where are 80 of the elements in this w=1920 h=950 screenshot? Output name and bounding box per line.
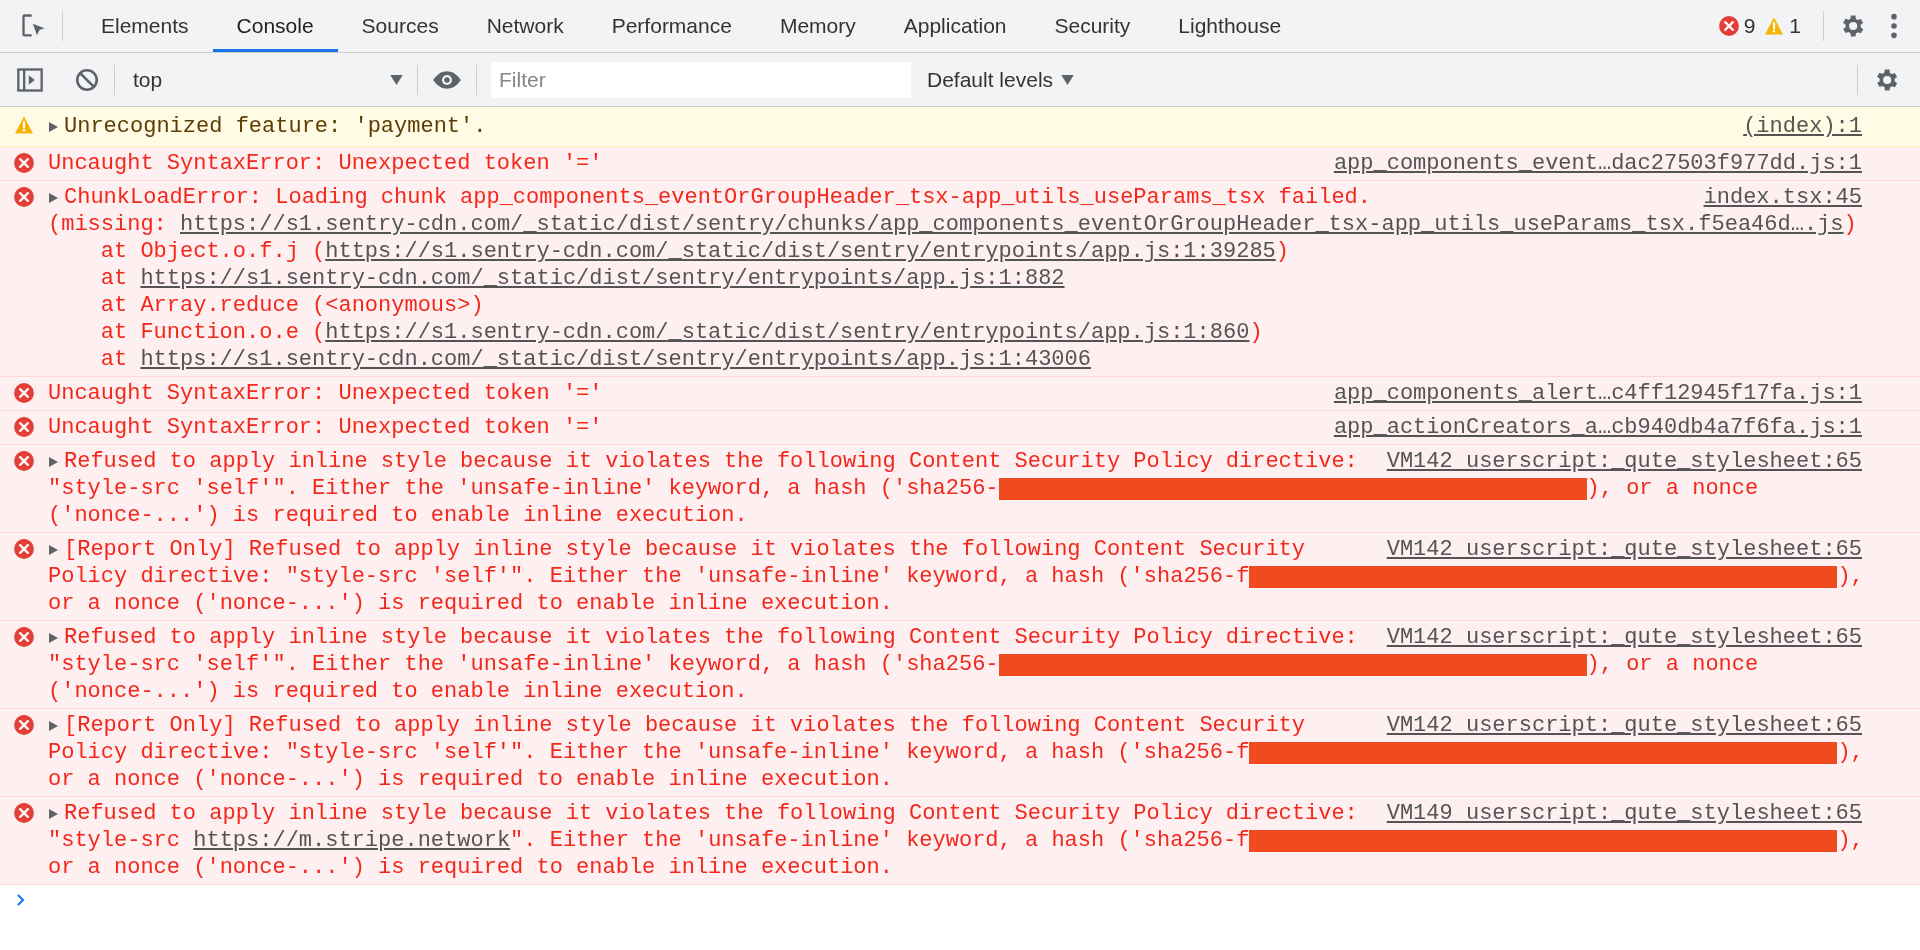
message-line: Refused to apply inline style because it violates the following Content Security Policy directive: [64, 624, 1358, 651]
prompt-chevron-icon [16, 893, 26, 907]
message-line: [Report Only] Refused to apply inline style because it violates the following Content Security [64, 712, 1305, 739]
source-link[interactable]: app_components_event…dac27503f977dd.js:1 [1333, 150, 1862, 177]
expand-triangle-icon[interactable] [48, 455, 58, 468]
expand-triangle-icon[interactable] [48, 191, 58, 204]
message-line: or a nonce ('nonce-...') is required to enable inline execution. [48, 854, 893, 881]
message-line: or a nonce ('nonce-...') is required to enable inline execution. [48, 766, 893, 793]
more-options-icon[interactable] [1890, 12, 1898, 40]
filter-field[interactable]: Filter [491, 61, 911, 98]
message-line: ('nonce-...') is required to enable inline execution. [48, 502, 748, 529]
error-icon [13, 416, 35, 438]
error-icon [13, 450, 35, 472]
message-line: or a nonce ('nonce-...') is required to enable inline execution. [48, 590, 893, 617]
tab[interactable]: Elements [77, 0, 213, 52]
stack-frame-line: at https://s1.sentry-cdn.com/_static/dist/sentry/entrypoints/app.js:1:882 [100, 265, 1065, 292]
clear-console-icon[interactable] [74, 66, 100, 93]
source-link[interactable]: VM142 userscript:_qute_stylesheet:65 [1386, 448, 1862, 475]
stack-frame-line: at https://s1.sentry-cdn.com/_static/dist/sentry/entrypoints/app.js:1:43006 [100, 346, 1091, 373]
source-link[interactable]: (index):1 [1743, 113, 1862, 140]
error-icon [13, 186, 35, 208]
message-line: Uncaught SyntaxError: Unexpected token '=' [48, 150, 603, 177]
message-line: (missing: https://s1.sentry-cdn.com/_static/dist/sentry/chunks/app_components_eventOrGroupHeader_tsx-app_utils_useParams_tsx.f5ea46d….js) [48, 211, 1857, 238]
message-line: "style-src 'self'". Either the 'unsafe-inline' keyword, a hash ('sha256- ), or a nonce [48, 475, 1759, 502]
stack-frame-line: at Function.o.e (https://s1.sentry-cdn.com/_static/dist/sentry/entrypoints/app.js:1:860) [100, 319, 1263, 346]
message-line: Uncaught SyntaxError: Unexpected token '=' [48, 414, 603, 441]
message-line: Uncaught SyntaxError: Unexpected token '=' [48, 380, 603, 407]
error-icon [13, 538, 35, 560]
url-link[interactable]: https://s1.sentry-cdn.com/_static/dist/sentry/entrypoints/app.js:1:43006 [140, 346, 1091, 373]
url-link[interactable]: https://m.stripe.network [193, 827, 511, 854]
warning-icon [13, 115, 35, 135]
message-line: Refused to apply inline style because it violates the following Content Security Policy directive: [64, 800, 1358, 827]
stack-frame-line: at Object.o.f.j (https://s1.sentry-cdn.com/_static/dist/sentry/entrypoints/app.js:1:39285) [100, 238, 1289, 265]
tab[interactable]: Security [1030, 0, 1155, 52]
source-link[interactable]: VM142 userscript:_qute_stylesheet:65 [1386, 624, 1862, 651]
stack-frame-line: at Array.reduce (<anonymous>) [100, 292, 484, 319]
tab[interactable]: Memory [755, 0, 880, 52]
message-line: Policy directive: "style-src 'self'". Either the 'unsafe-inline' keyword, a hash ('sha256-f ), [48, 563, 1864, 590]
tab[interactable]: Network [462, 0, 588, 52]
url-link[interactable]: https://s1.sentry-cdn.com/_static/dist/sentry/entrypoints/app.js:1:860 [325, 319, 1250, 346]
tab[interactable]: Sources [337, 0, 463, 52]
url-link[interactable]: https://s1.sentry-cdn.com/_static/dist/sentry/chunks/app_components_eventOrGroupHeader_tsx-app_utils_useParams_tsx.f5ea46d….js [180, 211, 1844, 238]
error-icon [13, 382, 35, 404]
source-link[interactable]: index.tsx:45 [1703, 184, 1862, 211]
error-count: 9 [1743, 14, 1756, 38]
context-select[interactable]: top [129, 67, 403, 92]
warning-count: 1 [1789, 14, 1801, 38]
message-line: ('nonce-...') is required to enable inline execution. [48, 678, 748, 705]
expand-triangle-icon[interactable] [48, 543, 58, 556]
sidebar-toggle-icon[interactable] [16, 65, 44, 94]
error-icon [13, 152, 35, 174]
source-link[interactable]: VM142 userscript:_qute_stylesheet:65 [1386, 536, 1862, 563]
caret-icon [1061, 74, 1075, 85]
source-link[interactable]: VM142 userscript:_qute_stylesheet:65 [1386, 712, 1862, 739]
message-line: [Report Only] Refused to apply inline style because it violates the following Content Security [64, 536, 1305, 563]
source-link[interactable]: app_components_alert…c4ff12945f17fa.js:1 [1333, 380, 1862, 407]
expand-triangle-icon[interactable] [48, 807, 58, 820]
tab[interactable]: Lighthouse [1154, 0, 1306, 52]
url-link[interactable]: https://s1.sentry-cdn.com/_static/dist/sentry/entrypoints/app.js:1:39285 [325, 238, 1276, 265]
source-link[interactable]: app_actionCreators_a…cb940db4a7f6fa.js:1 [1333, 414, 1862, 441]
warning-count-icon [1763, 16, 1786, 36]
source-link[interactable]: VM149 userscript:_qute_stylesheet:65 [1386, 800, 1862, 827]
message-line: Unrecognized feature: 'payment'. [64, 113, 487, 140]
message-line: "style-src 'self'". Either the 'unsafe-inline' keyword, a hash ('sha256- ), or a nonce [48, 651, 1759, 678]
message-line: Refused to apply inline style because it violates the following Content Security Policy directive: [64, 448, 1358, 475]
tab[interactable]: Performance [587, 0, 756, 52]
error-count-icon [1717, 15, 1740, 37]
log-levels-dropdown[interactable]: Default levels [927, 67, 1075, 92]
message-line: Policy directive: "style-src 'self'". Either the 'unsafe-inline' keyword, a hash ('sha256-f ), [48, 739, 1864, 766]
caret-icon [390, 74, 403, 85]
expand-triangle-icon[interactable] [48, 631, 58, 644]
message-line: ChunkLoadError: Loading chunk app_components_eventOrGroupHeader_tsx-app_utils_useParams_tsx failed. [64, 184, 1371, 211]
tab[interactable]: Application [879, 0, 1031, 52]
error-icon [13, 626, 35, 648]
message-line: "style-src https://m.stripe.network". Either the 'unsafe-inline' keyword, a hash ('sha256-f ), [48, 827, 1864, 854]
expand-triangle-icon[interactable] [48, 719, 58, 732]
error-icon [13, 802, 35, 824]
expand-triangle-icon[interactable] [48, 120, 58, 133]
url-link[interactable]: https://s1.sentry-cdn.com/_static/dist/sentry/entrypoints/app.js:1:882 [140, 265, 1065, 292]
error-icon [13, 714, 35, 736]
